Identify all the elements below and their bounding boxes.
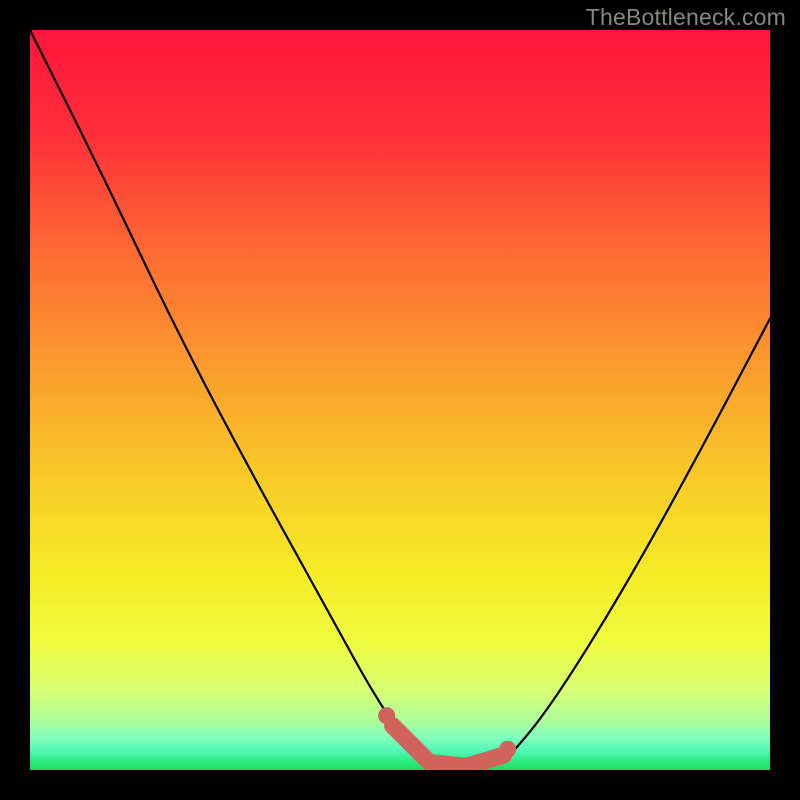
optimal-range-endcap: [499, 741, 516, 758]
watermark-text: TheBottleneck.com: [586, 4, 786, 31]
chart-frame: TheBottleneck.com: [0, 0, 800, 800]
optimal-range-endcap: [378, 707, 395, 724]
plot-area: [30, 30, 770, 770]
optimal-range-marker: [393, 726, 504, 767]
bottleneck-curve: [30, 30, 770, 770]
